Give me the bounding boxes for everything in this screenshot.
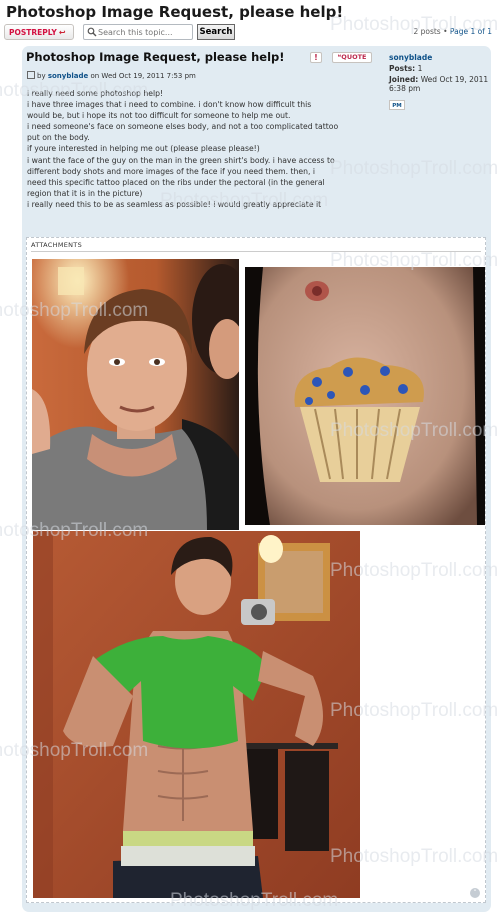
body-line: different body shots and more images of …	[27, 166, 315, 176]
body-line: put on the body.	[27, 133, 90, 143]
post-icon	[27, 71, 35, 79]
post-count: 2 posts •	[413, 27, 450, 36]
attachment-image-tattoo[interactable]	[245, 267, 485, 525]
attachments-box: ATTACHMENTS ˄	[26, 237, 486, 903]
profile-username[interactable]: sonyblade	[389, 53, 491, 62]
body-line: i need someone's face on someone elses b…	[27, 122, 339, 132]
profile-joined: Joined: Wed Oct 19, 2011 6:38 pm	[389, 75, 489, 93]
report-button[interactable]: !	[310, 52, 322, 63]
body-line: need this specific tattoo placed on the …	[27, 177, 325, 187]
profile-posts: Posts: 1	[389, 64, 423, 73]
post-body: i really need some photoshop help! i hav…	[27, 88, 372, 210]
search-box	[83, 24, 193, 40]
attachment-image-face[interactable]	[32, 259, 239, 530]
scroll-up-icon[interactable]: ˄	[470, 888, 480, 898]
author-link[interactable]: sonyblade	[48, 72, 88, 80]
body-line: if youre interested in helping me out (p…	[27, 144, 260, 154]
post-profile: sonyblade Posts: 1 Joined: Wed Oct 19, 2…	[389, 53, 491, 110]
reply-arrow-icon: ↩	[58, 28, 66, 37]
page-link[interactable]: Page 1 of 1	[450, 27, 492, 36]
search-input[interactable]	[98, 26, 190, 38]
post: Photoshop Image Request, please help! ! …	[22, 46, 491, 912]
quote-button[interactable]: ❝QUOTE	[332, 52, 372, 63]
body-line: i have three images that i need to combi…	[27, 100, 312, 110]
post-reply-button[interactable]: POSTREPLY ↩	[4, 24, 74, 40]
search-button[interactable]: Search	[197, 24, 235, 40]
quote-label: QUOTE	[341, 53, 367, 61]
topic-title: Photoshop Image Request, please help!	[6, 3, 344, 21]
attachment-image-body[interactable]	[33, 531, 360, 898]
pagination: 2 posts • Page 1 of 1	[413, 27, 492, 36]
body-line: would be, but i hope its not too difficu…	[27, 111, 291, 121]
author-prefix: by	[37, 72, 46, 80]
attachments-divider	[31, 251, 481, 252]
post-date: on Wed Oct 19, 2011 7:53 pm	[90, 72, 196, 80]
action-bar: POSTREPLY↩ Search 2 posts • Page 1 of 1	[4, 24, 496, 42]
post-author-line: by sonyblade on Wed Oct 19, 2011 7:53 pm	[27, 71, 196, 80]
body-line: region that it is in the picture)	[27, 188, 143, 198]
body-line: i really need some photoshop help!	[27, 89, 164, 98]
body-line: i really need this to be as seamless as …	[27, 199, 322, 209]
attachments-label: ATTACHMENTS	[31, 241, 82, 249]
search-icon	[87, 27, 97, 37]
post-reply-label: POSTREPLY	[9, 28, 57, 37]
post-subject[interactable]: Photoshop Image Request, please help!	[26, 50, 285, 64]
pm-button[interactable]: PM	[389, 100, 405, 110]
body-line: i want the face of the guy on the man in…	[27, 155, 335, 165]
